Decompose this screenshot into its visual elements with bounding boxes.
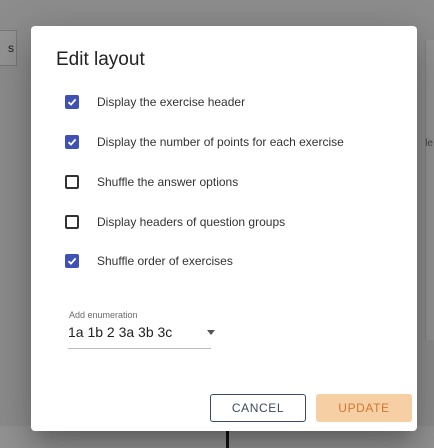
cancel-button[interactable]: CANCEL <box>210 394 306 422</box>
check-icon <box>67 98 77 106</box>
option-label: Shuffle the answer options <box>97 175 239 189</box>
option-shuffle-answer-options[interactable]: Shuffle the answer options <box>65 172 238 192</box>
checkbox-icon[interactable] <box>65 95 79 109</box>
option-label: Shuffle order of exercises <box>97 254 233 268</box>
edit-layout-dialog: Edit layout Display the exercise header … <box>31 26 417 431</box>
enumeration-value: 1a 1b 2 3a 3b 3c <box>68 324 173 340</box>
enumeration-label: Add enumeration <box>69 310 138 320</box>
option-display-group-headers[interactable]: Display headers of question groups <box>65 212 285 232</box>
checkbox-icon[interactable] <box>65 175 79 189</box>
dropdown-arrow-icon[interactable] <box>207 330 215 335</box>
checkbox-icon[interactable] <box>65 254 79 268</box>
dialog-title: Edit layout <box>56 49 145 70</box>
option-shuffle-exercise-order[interactable]: Shuffle order of exercises <box>65 251 233 271</box>
checkbox-icon[interactable] <box>65 215 79 229</box>
option-display-exercise-header[interactable]: Display the exercise header <box>65 92 245 112</box>
option-label: Display the number of points for each ex… <box>97 135 344 149</box>
check-icon <box>67 138 77 146</box>
checkbox-icon[interactable] <box>65 135 79 149</box>
option-display-points[interactable]: Display the number of points for each ex… <box>65 132 344 152</box>
option-label: Display headers of question groups <box>97 215 286 229</box>
option-label: Display the exercise header <box>97 95 246 109</box>
enumeration-select[interactable]: Add enumeration 1a 1b 2 3a 3b 3c <box>68 310 215 349</box>
update-button[interactable]: UPDATE <box>316 394 412 422</box>
check-icon <box>67 257 77 265</box>
